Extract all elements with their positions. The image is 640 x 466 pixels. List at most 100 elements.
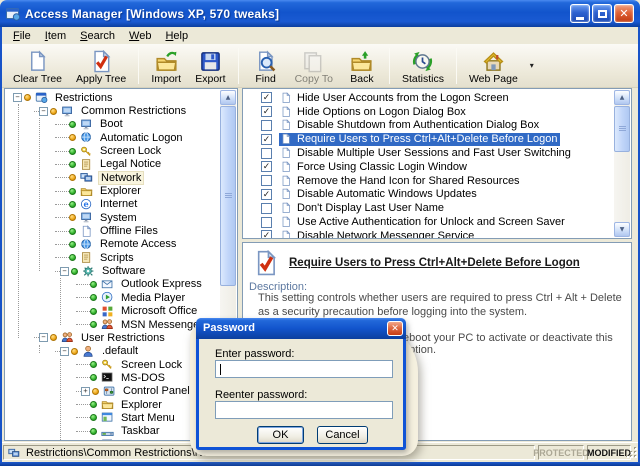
tree-item-network[interactable]: Network: [5, 171, 221, 184]
green-status-dot: [69, 201, 76, 208]
expand-icon[interactable]: +: [81, 387, 90, 396]
checked-checkbox[interactable]: ✓: [261, 189, 272, 200]
toolbar-button-web-page[interactable]: Web Page: [462, 46, 525, 86]
list-item-remove-the-hand-icon-for-shared-resources[interactable]: Remove the Hand Icon for Shared Resource…: [243, 174, 615, 188]
reenter-password-field[interactable]: [215, 401, 393, 419]
tree-item-restrictions[interactable]: −Restrictions: [5, 91, 221, 104]
tree-item-media-player[interactable]: Media Player: [5, 291, 221, 304]
collapse-icon[interactable]: −: [39, 333, 48, 342]
tree-item-automatic-logon[interactable]: Automatic Logon: [5, 131, 221, 144]
unchecked-checkbox[interactable]: [261, 203, 272, 214]
tree-item-taskbar[interactable]: Taskbar: [5, 425, 221, 438]
maximize-button[interactable]: [592, 4, 612, 23]
unchecked-checkbox[interactable]: [261, 120, 272, 131]
dialog-close-icon[interactable]: ✕: [387, 321, 403, 336]
checked-checkbox[interactable]: ✓: [261, 161, 272, 172]
tree-item-explorer[interactable]: Explorer: [5, 398, 221, 411]
list-item-require-users-to-press-ctrl-alt-delete-before-logon[interactable]: ✓Require Users to Press Ctrl+Alt+Delete …: [243, 132, 615, 146]
tree-item-legal-notice[interactable]: Legal Notice: [5, 158, 221, 171]
bar-icon: [101, 425, 115, 438]
tree-item-label: Control Panel: [121, 385, 192, 397]
close-button[interactable]: ✕: [614, 4, 634, 23]
unchecked-checkbox[interactable]: [261, 148, 272, 159]
unchecked-checkbox[interactable]: [261, 175, 272, 186]
tree-item-default[interactable]: −.default: [5, 345, 221, 358]
list-item-disable-automatic-windows-updates[interactable]: ✓Disable Automatic Windows Updates: [243, 188, 615, 202]
list-item-use-active-authentication-for-unlock-and-screen-saver[interactable]: Use Active Authentication for Unlock and…: [243, 215, 615, 229]
tree-item-system[interactable]: System: [5, 211, 221, 224]
tree-connector: [76, 431, 90, 432]
menu-item-file[interactable]: File: [6, 29, 38, 43]
tree-item-label: Screen Lock: [119, 359, 184, 371]
list-item-disable-shutdown-from-authentication-dialog-box[interactable]: Disable Shutdown from Authentication Dia…: [243, 119, 615, 133]
list-scrollbar[interactable]: ▲ ▼: [614, 90, 630, 237]
tree-item-microsoft-office[interactable]: Microsoft Office: [5, 305, 221, 318]
tree-item-display-properties[interactable]: Display Properties: [5, 438, 221, 441]
tree-scrollbar-thumb[interactable]: [220, 106, 236, 286]
checked-checkbox[interactable]: ✓: [261, 134, 272, 145]
tree-item-screen-lock[interactable]: Screen Lock: [5, 144, 221, 157]
app-icon: [35, 91, 49, 104]
tree-item-software[interactable]: −Software: [5, 264, 221, 277]
toolbar-button-export[interactable]: Export: [188, 46, 232, 86]
list-scrollbar-thumb[interactable]: [614, 106, 630, 152]
toolbar-button-find[interactable]: Find: [244, 46, 288, 86]
tree-item-start-menu[interactable]: Start Menu: [5, 411, 221, 424]
toolbar-button-statistics[interactable]: Statistics: [395, 46, 451, 86]
ok-button[interactable]: OK: [257, 426, 304, 444]
list-item-disable-multiple-user-sessions-and-fast-user-switching[interactable]: Disable Multiple User Sessions and Fast …: [243, 146, 615, 160]
toolbar-button-back[interactable]: Back: [340, 46, 384, 86]
detail-title: Require Users to Press Ctrl+Alt+Delete B…: [289, 257, 580, 269]
tree-item-explorer[interactable]: Explorer: [5, 184, 221, 197]
dialog-title-bar[interactable]: Password ✕: [196, 318, 406, 339]
password-dialog: Password ✕ Enter password: Reenter passw…: [196, 318, 406, 450]
menu-item-web[interactable]: Web: [122, 29, 158, 43]
tree-item-offline-files[interactable]: Offline Files: [5, 224, 221, 237]
tree-item-boot[interactable]: Boot: [5, 118, 221, 131]
tree-item-internet[interactable]: eInternet: [5, 198, 221, 211]
list-item-don-t-display-last-user-name[interactable]: Don't Display Last User Name: [243, 201, 615, 215]
tree-item-scripts[interactable]: Scripts: [5, 251, 221, 264]
floppy-icon: [199, 49, 222, 73]
scroll-down-icon[interactable]: ▼: [614, 222, 630, 237]
menu-item-search[interactable]: Search: [73, 29, 122, 43]
enter-password-field[interactable]: [215, 360, 393, 378]
tree-item-msn-messenger[interactable]: MSN Messenger: [5, 318, 221, 331]
menu-item-item[interactable]: Item: [38, 29, 73, 43]
checked-checkbox[interactable]: ✓: [261, 230, 272, 239]
list-item-hide-user-accounts-from-the-logon-screen[interactable]: ✓Hide User Accounts from the Logon Scree…: [243, 91, 615, 105]
tree-item-outlook-express[interactable]: Outlook Express: [5, 278, 221, 291]
cancel-button[interactable]: Cancel: [317, 426, 368, 444]
tree-item-control-panel[interactable]: + Control Panel: [5, 385, 221, 398]
toolbar-button-copy-to[interactable]: Copy To: [288, 46, 340, 86]
toolbar-button-clear-tree[interactable]: Clear Tree: [6, 46, 69, 86]
toolbar-button-import[interactable]: Import: [144, 46, 188, 86]
page-icon: [280, 91, 292, 104]
minimize-button[interactable]: [570, 4, 590, 23]
resize-grip[interactable]: [625, 446, 637, 458]
tree-item-common-restrictions[interactable]: −Common Restrictions: [5, 104, 221, 117]
web-page-dropdown-arrow[interactable]: ▾: [525, 61, 539, 70]
checked-checkbox[interactable]: ✓: [261, 92, 272, 103]
checked-checkbox[interactable]: ✓: [261, 106, 272, 117]
computer-icon: [8, 447, 21, 459]
collapse-icon[interactable]: −: [60, 347, 69, 356]
list-item-force-using-classic-login-window[interactable]: ✓Force Using Classic Login Window: [243, 160, 615, 174]
title-bar[interactable]: Access Manager [Windows XP, 570 tweaks] …: [0, 0, 640, 27]
scroll-up-icon[interactable]: ▲: [614, 90, 630, 105]
collapse-icon[interactable]: −: [60, 267, 69, 276]
list-item-disable-network-messenger-service[interactable]: ✓Disable Network Messenger Service: [243, 229, 615, 239]
toolbar-label: Clear Tree: [13, 73, 62, 85]
scroll-up-icon[interactable]: ▲: [220, 90, 236, 105]
tree-item-screen-lock[interactable]: Screen Lock: [5, 358, 221, 371]
unchecked-checkbox[interactable]: [261, 217, 272, 228]
tree-connector: [76, 404, 90, 405]
collapse-icon[interactable]: −: [39, 107, 48, 116]
menu-item-help[interactable]: Help: [158, 29, 195, 43]
toolbar-button-apply-tree[interactable]: Apply Tree: [69, 46, 133, 86]
tree-item-user-restrictions[interactable]: −User Restrictions: [5, 331, 221, 344]
tree-item-ms-dos[interactable]: MS-DOS: [5, 371, 221, 384]
list-item-hide-options-on-logon-dialog-box[interactable]: ✓Hide Options on Logon Dialog Box: [243, 105, 615, 119]
collapse-icon[interactable]: −: [13, 93, 22, 102]
tree-item-remote-access[interactable]: Remote Access: [5, 238, 221, 251]
